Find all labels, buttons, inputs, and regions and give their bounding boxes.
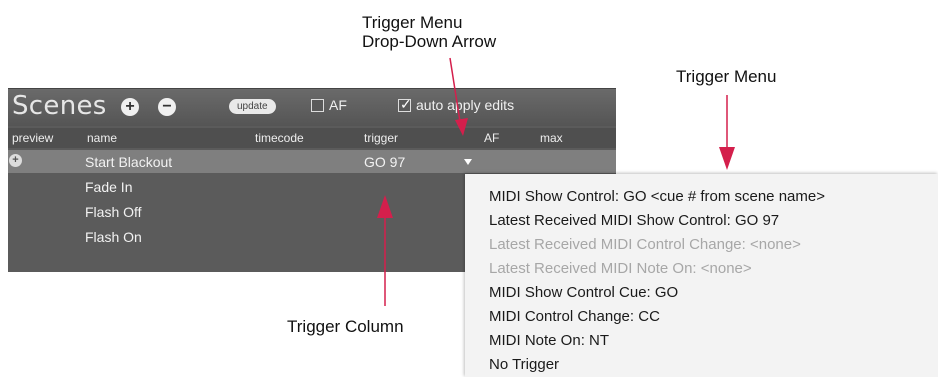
scene-name: Start Blackout: [85, 154, 173, 170]
column-header-max[interactable]: max: [540, 131, 563, 145]
annotation-dropdown-arrow-label: Trigger Menu Drop-Down Arrow: [362, 13, 496, 51]
remove-scene-button[interactable]: −: [158, 98, 176, 116]
update-button[interactable]: update: [229, 99, 276, 114]
menu-item-control-change[interactable]: MIDI Control Change: CC: [489, 308, 660, 325]
panel-title: Scenes: [12, 91, 107, 121]
add-scene-button[interactable]: +: [121, 98, 139, 116]
trigger-menu: MIDI Show Control: GO <cue # from scene …: [465, 174, 938, 377]
menu-item-latest-msc[interactable]: Latest Received MIDI Show Control: GO 97: [489, 212, 779, 229]
scene-name: Fade In: [85, 179, 133, 195]
auto-apply-label: auto apply edits: [416, 97, 515, 113]
column-header-af[interactable]: AF: [484, 131, 499, 145]
trigger-dropdown-arrow-icon[interactable]: [464, 159, 472, 165]
af-checkbox[interactable]: [311, 99, 324, 112]
column-header-row: preview name timecode trigger AF max: [8, 128, 616, 148]
column-header-timecode[interactable]: timecode: [255, 131, 304, 145]
menu-item-latest-note-on: Latest Received MIDI Note On: <none>: [489, 260, 752, 277]
menu-item-msc-go-cue[interactable]: MIDI Show Control: GO <cue # from scene …: [489, 188, 825, 205]
af-checkbox-label: AF: [329, 97, 347, 113]
annotation-trigger-menu-label: Trigger Menu: [676, 67, 777, 86]
scene-trigger[interactable]: GO 97: [364, 154, 405, 170]
menu-item-latest-cc: Latest Received MIDI Control Change: <no…: [489, 236, 801, 253]
annotation-line-1: Trigger Menu: [362, 13, 463, 32]
scene-row[interactable]: + Start Blackout GO 97: [8, 150, 616, 173]
column-header-trigger[interactable]: trigger: [364, 131, 398, 145]
menu-item-no-trigger[interactable]: No Trigger: [489, 356, 559, 373]
menu-item-msc-cue-go[interactable]: MIDI Show Control Cue: GO: [489, 284, 678, 301]
scenes-toolbar: Scenes + − update AF ✓ auto apply edits: [8, 89, 616, 126]
column-header-preview[interactable]: preview: [12, 131, 53, 145]
annotation-line-2: Drop-Down Arrow: [362, 32, 497, 51]
arrow-to-menu: [719, 95, 735, 170]
column-header-name[interactable]: name: [87, 131, 117, 145]
auto-apply-checkbox[interactable]: ✓: [398, 96, 412, 112]
checkmark-icon: ✓: [400, 96, 412, 112]
scene-name: Flash Off: [85, 204, 142, 220]
preview-plus-icon[interactable]: +: [9, 154, 22, 167]
annotation-trigger-column-label: Trigger Column: [287, 317, 404, 336]
plus-circle-icon: +: [125, 98, 135, 115]
minus-circle-icon: −: [162, 98, 172, 115]
menu-item-note-on[interactable]: MIDI Note On: NT: [489, 332, 609, 349]
scene-name: Flash On: [85, 229, 142, 245]
